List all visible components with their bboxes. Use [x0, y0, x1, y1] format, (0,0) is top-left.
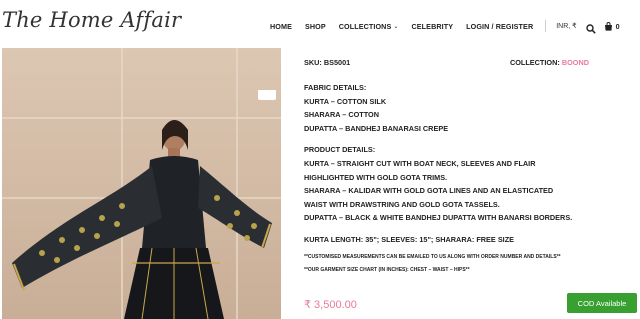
cart-count: 0	[615, 21, 620, 31]
collection-link[interactable]: BOOND	[562, 58, 589, 67]
cart-button[interactable]: 0	[604, 22, 620, 31]
size-chart-note: **OUR GARMENT SIZE CHART (IN INCHES): CH…	[304, 266, 470, 273]
product-details: SKU: BS5001 COLLECTION: BOOND FABRIC DET…	[304, 58, 589, 274]
fabric-dupatta: DUPATTA – BANDHEJ BANARASI CREPE	[304, 123, 449, 133]
nav-collections[interactable]: COLLECTIONS ⌄	[339, 22, 399, 31]
fabric-kurta: KURTA – COTTON SILK	[304, 96, 387, 106]
collection-info: COLLECTION: BOOND	[510, 58, 589, 67]
search-icon[interactable]	[585, 21, 596, 34]
nav-login-register[interactable]: LOGIN / REGISTER	[466, 22, 533, 31]
nav-divider	[545, 20, 547, 32]
sku-label: SKU: BS5001	[304, 58, 351, 67]
collection-label: COLLECTION:	[509, 58, 560, 67]
zoom-icon[interactable]	[258, 90, 276, 100]
details-line-5: DUPATTA – BLACK & WHITE BANDHEJ DUPATTA …	[304, 213, 573, 223]
details-line-2: HIGHLIGHTED WITH GOLD GOTA TRIMS.	[304, 172, 448, 182]
chevron-down-icon: ⌄	[393, 23, 399, 30]
product-price: ₹ 3,500.00	[304, 299, 357, 311]
site-logo[interactable]: The Home Affair	[2, 8, 181, 32]
fabric-sharara: SHARARA – COTTON	[304, 110, 379, 120]
product-photo	[2, 48, 281, 319]
details-line-1: KURTA – STRAIGHT CUT WITH BOAT NECK, SLE…	[304, 158, 536, 168]
details-line-4: WAIST WITH DRAWSTRING AND GOLD GOTA TASS…	[304, 199, 500, 209]
details-heading: PRODUCT DETAILS:	[304, 145, 376, 155]
nav-celebrity[interactable]: CELEBRITY	[412, 22, 454, 31]
details-line-3: SHARARA – KALIDAR WITH GOLD GOTA LINES A…	[304, 186, 554, 196]
currency-selector[interactable]: INR, ₹	[556, 22, 576, 30]
sku-collection-row: SKU: BS5001 COLLECTION: BOOND	[304, 58, 589, 67]
product-image[interactable]	[2, 48, 281, 319]
custom-measurements-note: **CUSTOMISED MEASUREMENTS CAN BE EMAILED…	[304, 253, 561, 260]
fabric-heading: FABRIC DETAILS:	[304, 83, 367, 92]
nav-collections-label: COLLECTIONS	[338, 21, 392, 31]
nav-shop[interactable]: SHOP	[305, 22, 326, 31]
size-lengths: KURTA LENGTH: 35"; SLEEVES: 15"; SHARARA…	[304, 234, 515, 244]
cod-available-badge[interactable]: COD Available	[567, 293, 637, 313]
nav-home[interactable]: HOME	[270, 22, 292, 31]
shopping-bag-icon	[604, 21, 613, 31]
main-nav: HOME SHOP COLLECTIONS ⌄ CELEBRITY LOGIN …	[270, 20, 620, 34]
site-header: The Home Affair HOME SHOP COLLECTIONS ⌄ …	[0, 0, 640, 48]
